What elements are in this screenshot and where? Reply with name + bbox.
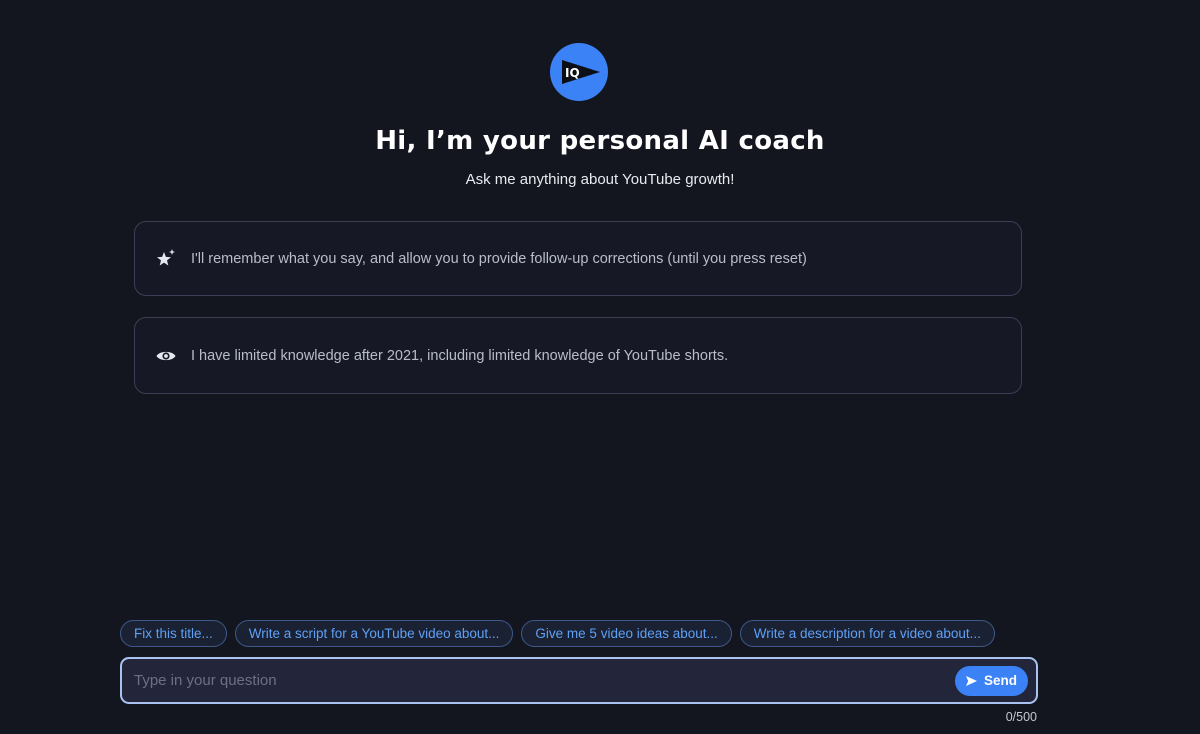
info-card-text: I have limited knowledge after 2021, inc… <box>191 347 729 364</box>
page-subtitle: Ask me anything about YouTube growth! <box>465 171 735 188</box>
logo-text: IQ <box>565 66 580 80</box>
question-composer: Send <box>120 657 1038 704</box>
suggestion-chip-video-ideas[interactable]: Give me 5 video ideas about... <box>521 620 732 647</box>
sparkle-star-icon <box>155 248 177 270</box>
suggestion-chips: Fix this title... Write a script for a Y… <box>120 620 995 647</box>
send-button[interactable]: Send <box>954 665 1028 696</box>
play-logo-icon: IQ <box>562 60 600 84</box>
logo: IQ <box>550 43 608 101</box>
info-card-memory: I'll remember what you say, and allow yo… <box>134 221 1022 296</box>
suggestion-chip-write-script[interactable]: Write a script for a YouTube video about… <box>234 620 514 647</box>
page-title: Hi, I’m your personal AI coach <box>375 126 825 156</box>
question-input[interactable] <box>122 659 955 702</box>
eye-icon <box>155 345 177 367</box>
send-arrow-icon <box>965 675 977 686</box>
send-button-label: Send <box>983 673 1017 688</box>
coach-page: IQ Hi, I’m your personal AI coach Ask me… <box>0 0 1200 734</box>
suggestion-chip-fix-title[interactable]: Fix this title... <box>120 620 227 647</box>
char-count: 0/500 <box>1005 710 1037 724</box>
suggestion-chip-write-description[interactable]: Write a description for a video about... <box>739 620 995 647</box>
info-card-knowledge: I have limited knowledge after 2021, inc… <box>134 317 1022 394</box>
info-card-text: I'll remember what you say, and allow yo… <box>191 250 807 267</box>
